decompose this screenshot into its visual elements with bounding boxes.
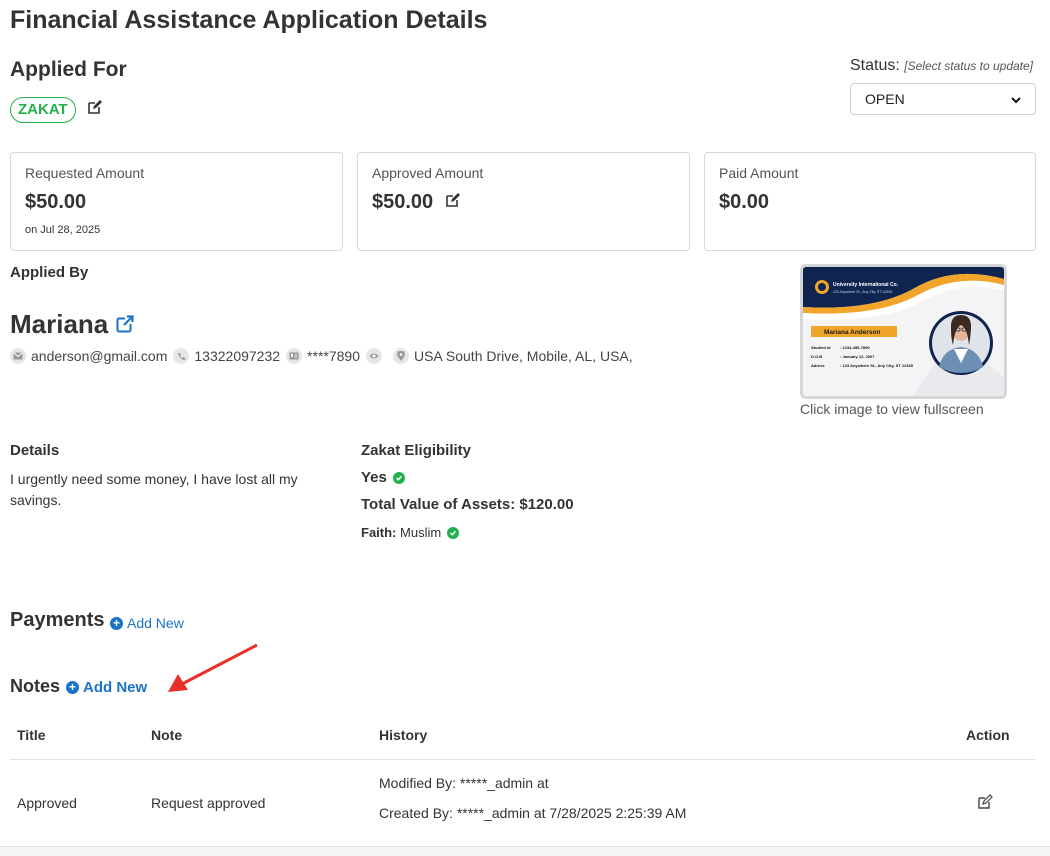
status-hint: [Select status to update] bbox=[904, 59, 1034, 73]
edit-icon[interactable] bbox=[977, 794, 994, 815]
id-card-holder-name: Mariana Anderson bbox=[824, 329, 880, 336]
annotation-arrow-icon bbox=[168, 643, 258, 692]
paid-amount-value: $0.00 bbox=[719, 191, 770, 213]
applicant-name: Mariana bbox=[10, 309, 135, 340]
id-card-org-address: 123 Anywhere St., Any City, ST 12345 bbox=[833, 290, 892, 294]
faith-value: Muslim bbox=[400, 525, 442, 540]
approved-amount-label: Approved Amount bbox=[372, 165, 484, 181]
edit-icon[interactable] bbox=[445, 191, 461, 214]
status-label: Status: [Select status to update] bbox=[850, 57, 1033, 75]
applicant-address: USA South Drive, Mobile, AL, USA, bbox=[413, 348, 633, 364]
zakat-eligibility-title: Zakat Eligibility bbox=[361, 442, 472, 459]
id-card-image[interactable]: University International Co. 123 Anywher… bbox=[800, 264, 1007, 399]
total-assets: Total Value of Assets: $120.00 bbox=[361, 496, 574, 513]
paid-amount-card: Paid Amount $0.00 bbox=[704, 152, 1036, 251]
status-selected-value: OPEN bbox=[865, 91, 905, 107]
page-title: Financial Assistance Application Details bbox=[10, 6, 488, 34]
column-header-action: Action bbox=[966, 727, 1010, 743]
external-link-icon[interactable] bbox=[116, 309, 135, 340]
requested-amount-date: on Jul 28, 2025 bbox=[25, 224, 101, 236]
chevron-down-icon bbox=[1011, 91, 1021, 107]
eye-icon[interactable] bbox=[365, 348, 382, 364]
note-created-history: Created By: *****_admin at 7/28/2025 2:2… bbox=[379, 805, 687, 821]
id-card-dob: : January 12, 2007 bbox=[840, 354, 875, 359]
id-card-icon bbox=[286, 348, 303, 364]
check-circle-icon bbox=[447, 526, 460, 539]
applicant-phone[interactable]: 13322097232 bbox=[194, 348, 280, 364]
id-card-student-id-label: Student Id bbox=[811, 345, 831, 350]
status-label-text: Status: bbox=[850, 57, 900, 74]
id-card-org-name: University International Co. bbox=[833, 282, 899, 288]
note-title-cell: Approved bbox=[17, 795, 77, 811]
email-icon bbox=[10, 348, 26, 364]
requested-amount-label: Requested Amount bbox=[25, 165, 145, 181]
id-card-address-label: Adress bbox=[811, 363, 825, 368]
column-header-history: History bbox=[379, 727, 428, 743]
id-card-student-id: : 1234-456-7890 bbox=[840, 345, 870, 350]
payments-title: Payments bbox=[10, 609, 105, 631]
plus-circle-icon: + bbox=[66, 681, 79, 694]
phone-icon bbox=[173, 348, 190, 364]
requested-amount-card: Requested Amount $50.00 on Jul 28, 2025 bbox=[10, 152, 343, 251]
applied-by-title: Applied By bbox=[10, 264, 89, 281]
faith-label: Faith: bbox=[361, 525, 397, 540]
add-note-label: Add New bbox=[83, 679, 148, 696]
note-text-cell: Request approved bbox=[151, 795, 266, 811]
plus-circle-icon: + bbox=[110, 616, 123, 630]
table-bottom-border bbox=[0, 846, 1050, 856]
add-payment-label: Add New bbox=[127, 615, 184, 631]
column-header-title: Title bbox=[17, 727, 46, 743]
details-title: Details bbox=[10, 442, 60, 459]
contact-row: anderson@gmail.com 13322097232 ****7890 … bbox=[10, 348, 639, 364]
status-select[interactable]: OPEN bbox=[850, 83, 1036, 115]
approved-amount-card: Approved Amount $50.00 bbox=[357, 152, 690, 251]
applicant-id-masked: ****7890 bbox=[307, 348, 360, 364]
edit-icon[interactable] bbox=[87, 99, 103, 120]
program-badge: ZAKAT bbox=[10, 97, 76, 123]
id-card-caption: Click image to view fullscreen bbox=[800, 401, 984, 417]
id-card-dob-label: D.O.B bbox=[811, 354, 822, 359]
note-modified-history: Modified By: *****_admin at bbox=[379, 775, 549, 791]
applicant-name-text: Mariana bbox=[10, 309, 109, 339]
applied-for-title: Applied For bbox=[10, 58, 127, 81]
zakat-eligible: Yes bbox=[361, 469, 405, 486]
zakat-eligible-value: Yes bbox=[361, 469, 387, 486]
paid-amount-label: Paid Amount bbox=[719, 165, 799, 181]
table-header-divider bbox=[10, 759, 1036, 760]
add-note-button[interactable]: + Add New bbox=[66, 679, 147, 696]
id-card-address: : 123 Anywhere St., Any City, ST 12345 bbox=[840, 363, 914, 368]
location-pin-icon bbox=[392, 348, 409, 364]
applicant-email[interactable]: anderson@gmail.com bbox=[31, 348, 167, 364]
notes-title: Notes bbox=[10, 676, 61, 696]
faith-row: Faith: Muslim bbox=[361, 525, 460, 540]
approved-amount-value: $50.00 bbox=[372, 191, 434, 213]
requested-amount-value: $50.00 bbox=[25, 191, 87, 213]
add-payment-button[interactable]: + Add New bbox=[110, 615, 184, 631]
check-circle-icon bbox=[392, 471, 405, 484]
column-header-note: Note bbox=[151, 727, 183, 743]
details-text: I urgently need some money, I have lost … bbox=[10, 471, 298, 508]
